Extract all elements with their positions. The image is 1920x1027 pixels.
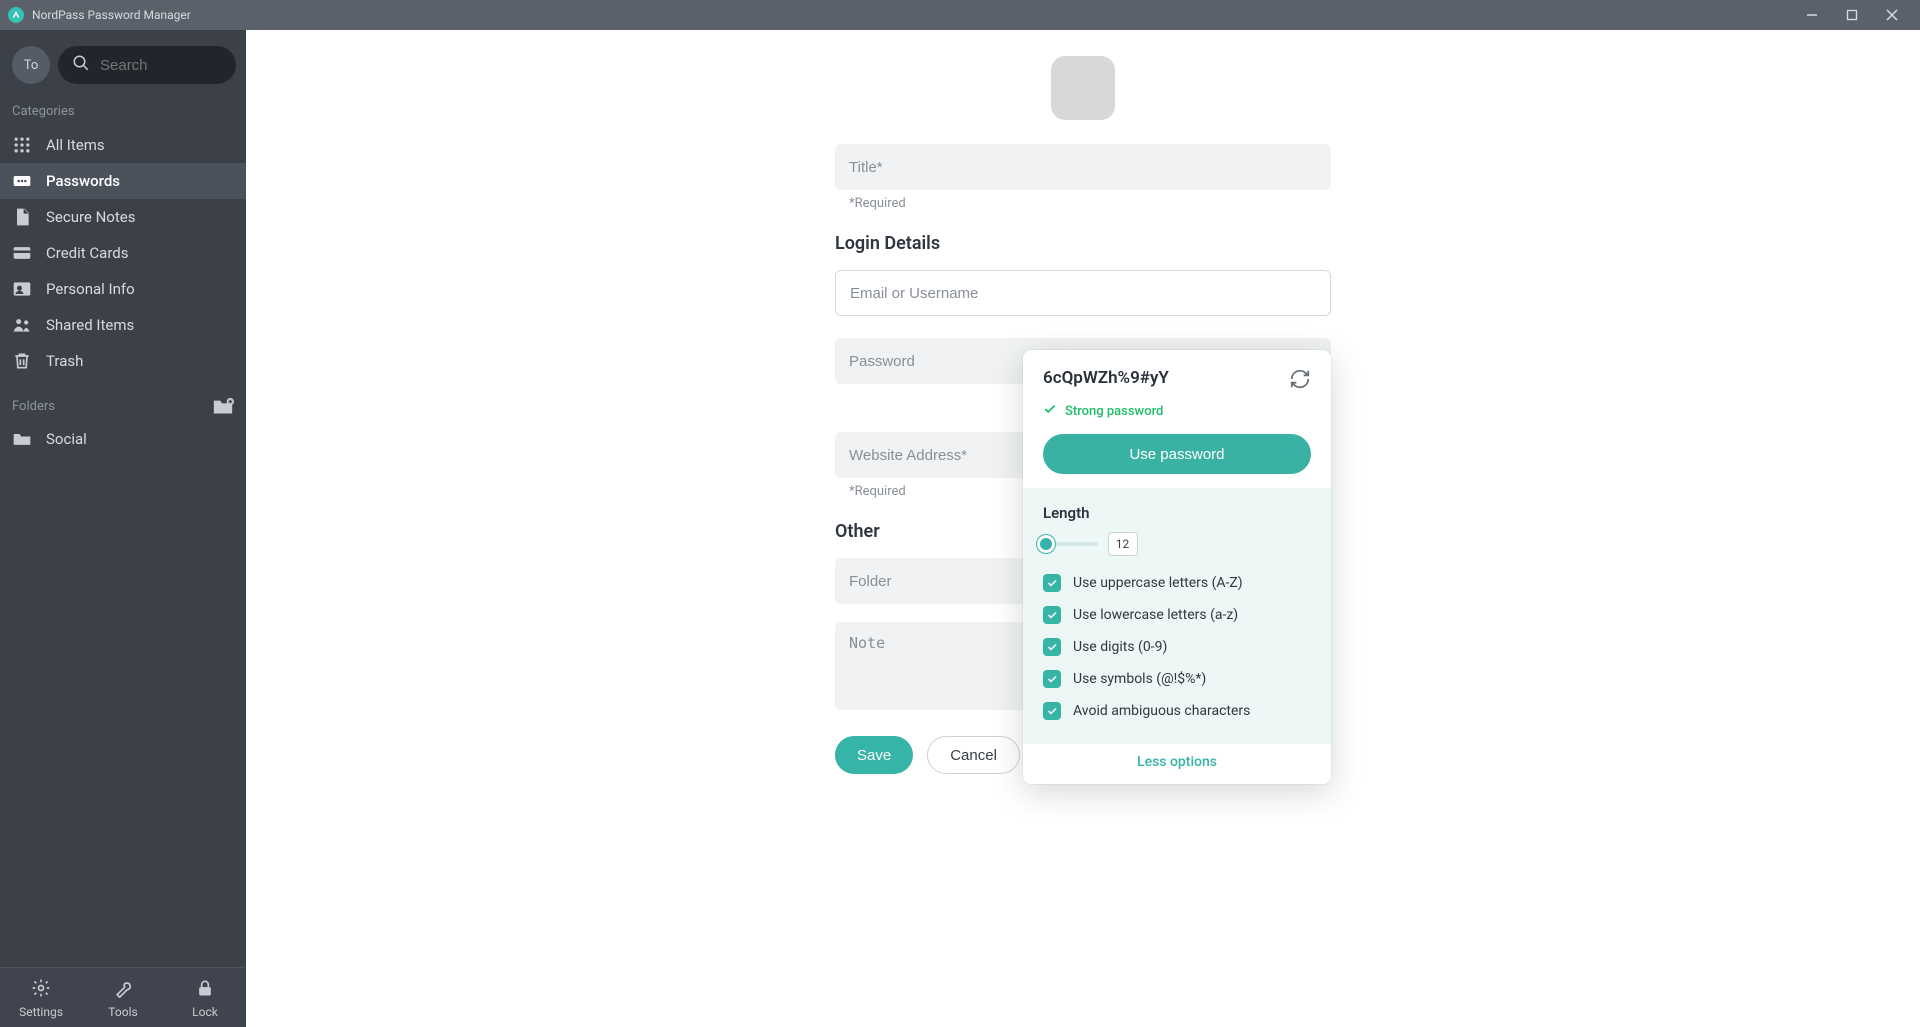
tools-label: Tools — [108, 1005, 137, 1019]
trash-icon — [12, 351, 32, 371]
length-value: 12 — [1108, 532, 1138, 556]
length-slider[interactable] — [1043, 542, 1098, 546]
sidebar-item-shared-items[interactable]: Shared Items — [0, 307, 246, 343]
password-strength: Strong password — [1043, 402, 1311, 420]
email-field[interactable] — [835, 270, 1331, 316]
shared-icon — [12, 315, 32, 335]
credit-card-icon — [12, 243, 32, 263]
checkbox-checked-icon — [1043, 638, 1061, 656]
checkbox-checked-icon — [1043, 670, 1061, 688]
check-icon — [1043, 402, 1057, 420]
settings-button[interactable]: Settings — [6, 978, 76, 1019]
folders-heading: Folders — [12, 399, 55, 414]
person-icon — [12, 279, 32, 299]
slider-thumb[interactable] — [1037, 535, 1055, 553]
main-content: *Required Login Details *Required Other … — [246, 30, 1920, 1027]
title-required-helper: *Required — [835, 196, 1331, 211]
categories-heading: Categories — [0, 98, 246, 127]
sidebar-item-label: Credit Cards — [46, 244, 128, 262]
wrench-icon — [113, 978, 133, 1001]
use-password-button[interactable]: Use password — [1043, 434, 1311, 474]
search-box[interactable] — [58, 46, 236, 84]
generated-password: 6cQpWZh%9#yY — [1043, 368, 1169, 388]
lock-icon — [195, 978, 215, 1001]
regenerate-button[interactable] — [1289, 368, 1311, 394]
add-folder-icon[interactable] — [212, 397, 234, 415]
email-input[interactable] — [850, 285, 1316, 302]
sidebar-item-trash[interactable]: Trash — [0, 343, 246, 379]
option-label: Avoid ambiguous characters — [1073, 703, 1250, 719]
option-label: Use uppercase letters (A-Z) — [1073, 575, 1243, 591]
sidebar-item-label: Shared Items — [46, 316, 134, 334]
cancel-button[interactable]: Cancel — [927, 736, 1020, 774]
checkbox-checked-icon — [1043, 574, 1061, 592]
sidebar-item-secure-notes[interactable]: Secure Notes — [0, 199, 246, 235]
settings-label: Settings — [19, 1005, 63, 1019]
avatar[interactable]: To — [12, 46, 50, 84]
search-icon — [72, 54, 90, 76]
note-icon — [12, 207, 32, 227]
checkbox-checked-icon — [1043, 606, 1061, 624]
title-input[interactable] — [849, 159, 1317, 176]
tools-button[interactable]: Tools — [88, 978, 158, 1019]
titlebar: NordPass Password Manager — [0, 0, 1920, 30]
checkbox-checked-icon — [1043, 702, 1061, 720]
folder-item-label: Social — [46, 430, 87, 448]
strength-label: Strong password — [1065, 404, 1163, 419]
option-label: Use digits (0-9) — [1073, 639, 1167, 655]
sidebar-item-all-items[interactable]: All Items — [0, 127, 246, 163]
sidebar-item-personal-info[interactable]: Personal Info — [0, 271, 246, 307]
sidebar-item-label: Trash — [46, 352, 83, 370]
option-digits[interactable]: Use digits (0-9) — [1043, 638, 1311, 656]
lock-label: Lock — [192, 1005, 218, 1019]
sidebar-item-label: All Items — [46, 136, 105, 154]
password-icon — [12, 171, 32, 191]
length-label: Length — [1043, 504, 1311, 522]
gear-icon — [31, 978, 51, 1001]
sidebar-item-passwords[interactable]: Passwords — [0, 163, 246, 199]
sidebar-item-label: Passwords — [46, 172, 120, 190]
sidebar-item-label: Personal Info — [46, 280, 135, 298]
app-logo-icon — [8, 7, 24, 23]
sidebar-item-label: Secure Notes — [46, 208, 135, 226]
option-uppercase[interactable]: Use uppercase letters (A-Z) — [1043, 574, 1311, 592]
window-minimize-button[interactable] — [1792, 0, 1832, 30]
sidebar: To Categories All Items Passwords Secure… — [0, 30, 246, 1027]
item-icon-placeholder[interactable] — [1051, 56, 1115, 120]
option-symbols[interactable]: Use symbols (@!$%*) — [1043, 670, 1311, 688]
window-maximize-button[interactable] — [1832, 0, 1872, 30]
folder-item-social[interactable]: Social — [0, 421, 246, 457]
sidebar-item-credit-cards[interactable]: Credit Cards — [0, 235, 246, 271]
save-button[interactable]: Save — [835, 736, 913, 774]
search-input[interactable] — [100, 57, 222, 74]
grid-icon — [12, 135, 32, 155]
login-details-heading: Login Details — [835, 233, 1331, 254]
title-field[interactable] — [835, 144, 1331, 190]
option-ambiguous[interactable]: Avoid ambiguous characters — [1043, 702, 1311, 720]
window-title: NordPass Password Manager — [32, 8, 191, 22]
option-lowercase[interactable]: Use lowercase letters (a-z) — [1043, 606, 1311, 624]
less-options-link[interactable]: Less options — [1023, 744, 1331, 784]
window-close-button[interactable] — [1872, 0, 1912, 30]
folder-icon — [12, 429, 32, 449]
password-generator-popover: 6cQpWZh%9#yY Strong password Use passwor… — [1023, 350, 1331, 784]
option-label: Use lowercase letters (a-z) — [1073, 607, 1238, 623]
option-label: Use symbols (@!$%*) — [1073, 671, 1206, 687]
lock-button[interactable]: Lock — [170, 978, 240, 1019]
